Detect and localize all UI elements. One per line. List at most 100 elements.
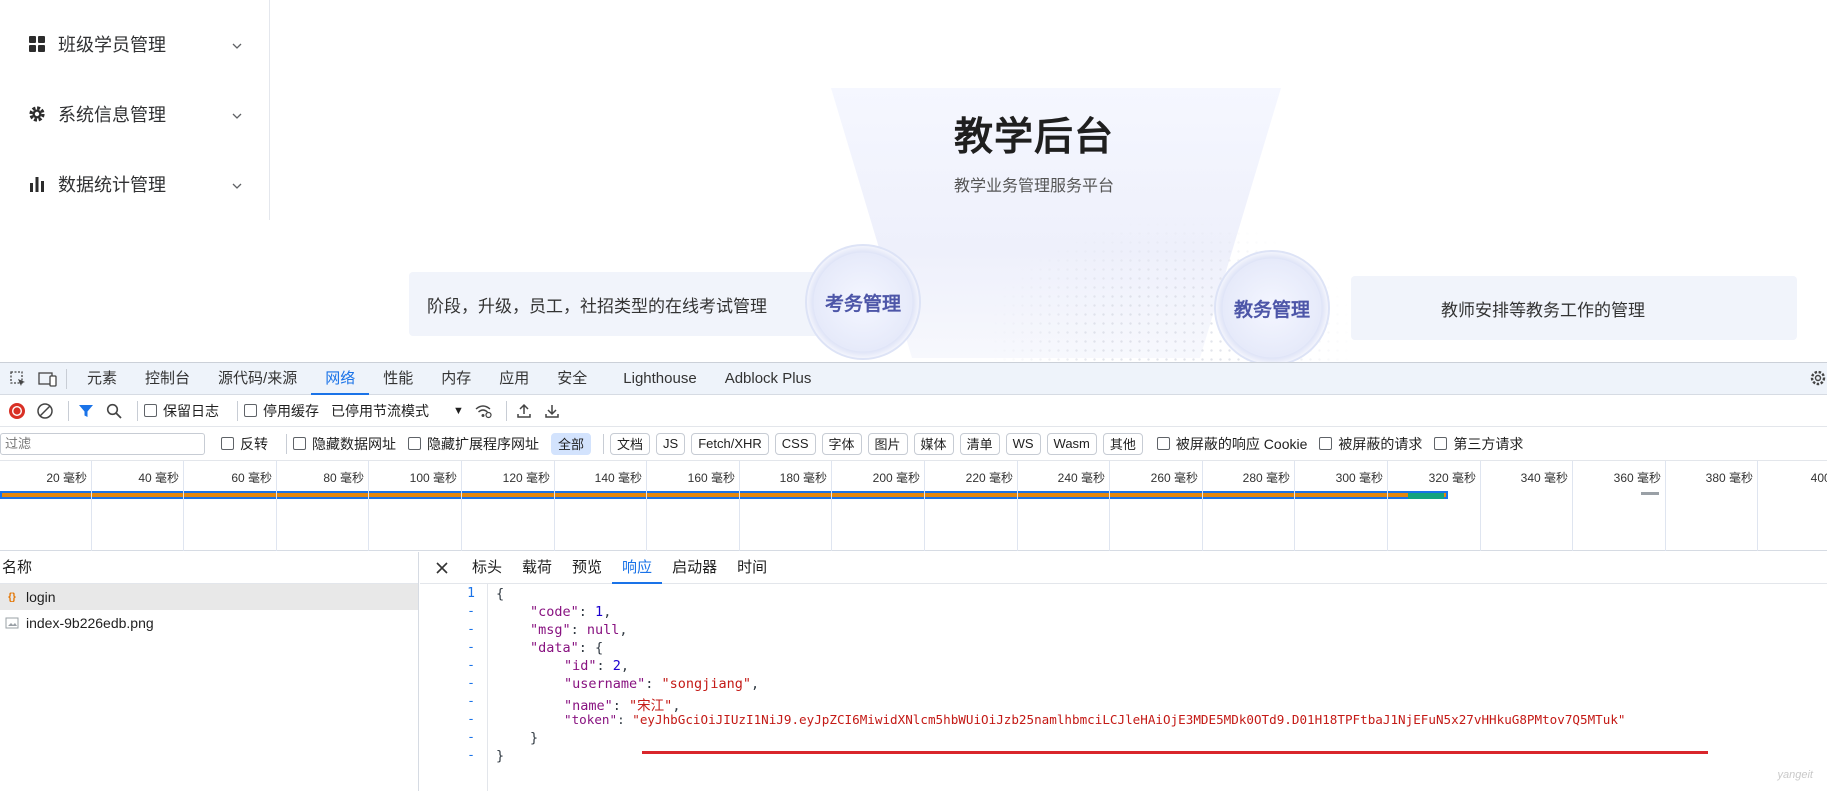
- blocked-cookies-checkbox[interactable]: 被屏蔽的响应 Cookie: [1156, 434, 1307, 454]
- tab-adblock-plus[interactable]: Adblock Plus: [711, 363, 826, 395]
- hide-extension-urls-checkbox[interactable]: 隐藏扩展程序网址: [408, 434, 539, 454]
- timeline-gridline: [831, 461, 832, 551]
- filter-type-font[interactable]: 字体: [821, 432, 862, 455]
- timeline-gridline: [368, 461, 369, 551]
- teaching-badge[interactable]: 教务管理: [1214, 250, 1330, 362]
- filter-type-wasm[interactable]: Wasm: [1046, 432, 1097, 455]
- filter-type-img[interactable]: 图片: [867, 432, 908, 455]
- checkbox-box[interactable]: [244, 404, 257, 417]
- json-value: 1: [595, 604, 604, 620]
- tab-elements[interactable]: 元素: [73, 363, 131, 395]
- close-icon[interactable]: [432, 558, 452, 578]
- filter-type-all[interactable]: 全部: [551, 432, 592, 455]
- json-key: "id": [564, 658, 597, 674]
- tab-lighthouse[interactable]: Lighthouse: [609, 363, 710, 395]
- tab-memory[interactable]: 内存: [427, 363, 485, 395]
- checkbox-box[interactable]: [1319, 437, 1333, 450]
- checkbox-box[interactable]: [1156, 437, 1170, 450]
- tab-preview[interactable]: 预览: [562, 552, 612, 584]
- json-brace: }: [530, 730, 539, 746]
- exam-badge[interactable]: 考务管理: [805, 244, 921, 360]
- sidebar-item-system-info[interactable]: 系统信息管理: [0, 84, 270, 144]
- preserve-log-checkbox[interactable]: 保留日志: [144, 401, 219, 421]
- caret-down-icon: ▼: [453, 404, 464, 417]
- disable-cache-label: 停用缓存: [263, 402, 319, 419]
- tab-response[interactable]: 响应: [612, 552, 663, 584]
- timeline-tick-label: 380 毫秒: [1705, 471, 1753, 485]
- preserve-log-label: 保留日志: [163, 402, 219, 419]
- timeline-tick-label: 320 毫秒: [1428, 471, 1476, 485]
- filter-type-other[interactable]: 其他: [1102, 432, 1143, 455]
- sidebar-item-class-students[interactable]: 班级学员管理: [0, 14, 270, 74]
- filter-type-fetch-xhr[interactable]: Fetch/XHR: [691, 432, 769, 455]
- timeline-gridline: [1480, 461, 1481, 551]
- inspect-element-icon[interactable]: [6, 368, 30, 390]
- line-number: -: [467, 640, 475, 655]
- filter-input[interactable]: [0, 432, 205, 455]
- timeline-overview[interactable]: 20 毫秒 40 毫秒 60 毫秒 80 毫秒 100 毫秒 120 毫秒 140 毫秒 16…: [0, 461, 1827, 551]
- disable-cache-checkbox[interactable]: 停用缓存: [244, 401, 319, 421]
- blocked-requests-checkbox[interactable]: 被屏蔽的请求: [1319, 434, 1422, 454]
- settings-gear-icon[interactable]: [1809, 369, 1827, 387]
- filter-type-js[interactable]: JS: [656, 432, 686, 455]
- tab-application[interactable]: 应用: [485, 363, 543, 395]
- checkbox-box[interactable]: [221, 437, 234, 450]
- watermark: yangeit: [1777, 769, 1813, 781]
- filter-type-doc[interactable]: 文档: [610, 432, 651, 455]
- checkbox-box[interactable]: [1434, 437, 1448, 450]
- tab-console[interactable]: 控制台: [131, 363, 204, 395]
- import-har-icon[interactable]: [513, 400, 535, 422]
- hide-data-urls-checkbox[interactable]: 隐藏数据网址: [293, 434, 396, 454]
- tab-sources[interactable]: 源代码/来源: [204, 363, 311, 395]
- filter-icon[interactable]: [75, 400, 97, 422]
- filter-bar: 反转 隐藏数据网址 隐藏扩展程序网址 全部 文档 JS Fetch/XHR CS…: [0, 427, 1827, 461]
- devtools-panel: 元素 控制台 源代码/来源 网络 性能 内存 应用 安全 Lighthouse …: [0, 362, 1827, 791]
- token-value: "eyJhbGciOiJIUzI1NiJ9.eyJpZCI6MiwidXNlcm…: [632, 712, 1626, 727]
- tab-payload[interactable]: 载荷: [512, 552, 562, 584]
- code-line: "username": "songjiang",: [564, 676, 760, 692]
- request-name: login: [26, 589, 56, 605]
- tab-performance[interactable]: 性能: [369, 363, 427, 395]
- search-icon[interactable]: [103, 400, 125, 422]
- checkbox-box[interactable]: [293, 437, 306, 450]
- timeline-tick-label: 200 毫秒: [872, 471, 920, 485]
- export-har-icon[interactable]: [541, 400, 563, 422]
- request-row-image[interactable]: index-9b226edb.png: [0, 610, 418, 636]
- request-detail-pane: 标头 载荷 预览 响应 启动器 时间 1 - - - - - - - - - {…: [420, 552, 1827, 791]
- response-body[interactable]: 1 - - - - - - - - - { "code": 1, "msg": …: [420, 584, 1827, 791]
- hide-data-urls-label: 隐藏数据网址: [312, 435, 396, 452]
- line-number: -: [467, 604, 475, 619]
- grid-icon: [28, 35, 46, 53]
- sidebar-item-label: 班级学员管理: [58, 35, 166, 55]
- filter-type-ws[interactable]: WS: [1005, 432, 1041, 455]
- sidebar-item-data-stats[interactable]: 数据统计管理: [0, 154, 270, 214]
- separator: [68, 400, 69, 421]
- third-party-checkbox[interactable]: 第三方请求: [1434, 434, 1523, 454]
- filter-type-css[interactable]: CSS: [774, 432, 816, 455]
- request-row-login[interactable]: {} login: [0, 584, 418, 610]
- tab-security[interactable]: 安全: [543, 363, 601, 395]
- exam-feature-desc: 阶段，升级，员工，社招类型的在线考试管理: [427, 296, 767, 316]
- tab-timing[interactable]: 时间: [727, 552, 777, 584]
- tab-initiator[interactable]: 启动器: [662, 552, 727, 584]
- name-column-header[interactable]: 名称: [0, 552, 418, 584]
- tab-network[interactable]: 网络: [311, 363, 370, 395]
- stop-recording-icon[interactable]: [6, 400, 28, 422]
- timeline-tick-label: 140 毫秒: [594, 471, 642, 485]
- separator: [603, 433, 605, 454]
- timeline-gridline: [924, 461, 925, 551]
- device-toggle-icon[interactable]: [36, 368, 60, 390]
- filter-type-media[interactable]: 媒体: [913, 432, 954, 455]
- sidebar-menu: 班级学员管理 系统信息管理 数据统计管理: [0, 0, 270, 220]
- json-brace: }: [496, 748, 505, 764]
- clear-icon[interactable]: [34, 400, 56, 422]
- tab-headers[interactable]: 标头: [462, 552, 512, 584]
- filter-type-manifest[interactable]: 清单: [959, 432, 1000, 455]
- sidebar-item-label: 数据统计管理: [58, 175, 166, 195]
- network-conditions-icon[interactable]: [472, 400, 494, 422]
- invert-checkbox[interactable]: 反转: [221, 434, 268, 454]
- checkbox-box[interactable]: [408, 437, 421, 450]
- throttling-select[interactable]: 已停用节流模式 ▼: [331, 401, 464, 421]
- timeline-tick-label: 160 毫秒: [687, 471, 735, 485]
- checkbox-box[interactable]: [144, 404, 157, 417]
